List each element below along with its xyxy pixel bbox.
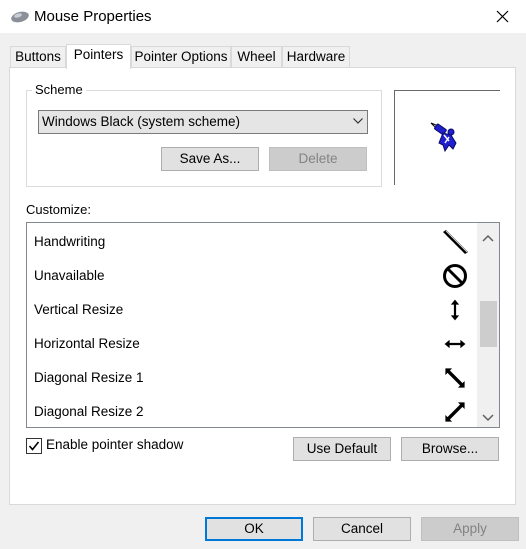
diagonal-resize-2-icon (441, 398, 469, 426)
handwriting-pen-icon (441, 228, 469, 256)
scheme-label: Scheme (32, 82, 86, 97)
list-item[interactable]: Unavailable (27, 258, 477, 292)
help-cursor-preview-icon (430, 122, 457, 153)
tab-wheel[interactable]: Wheel (231, 46, 282, 68)
list-item[interactable]: Horizontal Resize (27, 326, 477, 360)
horizontal-resize-icon (441, 330, 469, 358)
customize-label: Customize: (26, 202, 92, 217)
title-bar: Mouse Properties (0, 0, 526, 33)
list-item[interactable]: Handwriting (27, 224, 477, 258)
tab-pointers[interactable]: Pointers (66, 44, 131, 69)
scroll-down-icon[interactable] (482, 410, 494, 422)
scheme-group (26, 90, 382, 187)
use-default-button[interactable]: Use Default (293, 437, 391, 461)
tab-hardware[interactable]: Hardware (282, 46, 350, 68)
unavailable-icon (441, 262, 469, 290)
save-as-button[interactable]: Save As... (161, 147, 259, 171)
pointer-list[interactable]: Handwriting Unavailable Vertical Resize … (26, 222, 500, 428)
cursor-preview (394, 90, 500, 185)
delete-button[interactable]: Delete (269, 147, 367, 171)
list-item[interactable]: Vertical Resize (27, 292, 477, 326)
ok-button[interactable]: OK (205, 517, 303, 541)
cancel-button[interactable]: Cancel (313, 517, 411, 541)
tab-buttons[interactable]: Buttons (10, 46, 66, 68)
close-icon (496, 10, 509, 23)
scroll-up-icon[interactable] (482, 230, 494, 242)
pointer-shadow-label[interactable]: Enable pointer shadow (46, 437, 183, 452)
close-button[interactable] (480, 0, 526, 33)
browse-button[interactable]: Browse... (401, 437, 499, 461)
scroll-thumb[interactable] (480, 301, 497, 347)
list-item[interactable]: Diagonal Resize 1 (27, 360, 477, 394)
pointer-shadow-checkbox[interactable] (26, 438, 42, 454)
tab-pointer-options[interactable]: Pointer Options (131, 46, 231, 68)
apply-button[interactable]: Apply (421, 517, 519, 541)
checkmark-icon (28, 441, 40, 451)
list-item[interactable]: Diagonal Resize 2 (27, 394, 477, 427)
list-scrollbar[interactable] (477, 223, 499, 427)
scheme-dropdown[interactable]: Windows Black (system scheme) (38, 110, 368, 134)
window-title: Mouse Properties (34, 8, 152, 25)
scheme-selected-value: Windows Black (system scheme) (42, 114, 241, 129)
mouse-icon (10, 10, 30, 24)
vertical-resize-icon (441, 296, 469, 324)
chevron-down-icon (353, 118, 363, 124)
diagonal-resize-1-icon (441, 364, 469, 392)
